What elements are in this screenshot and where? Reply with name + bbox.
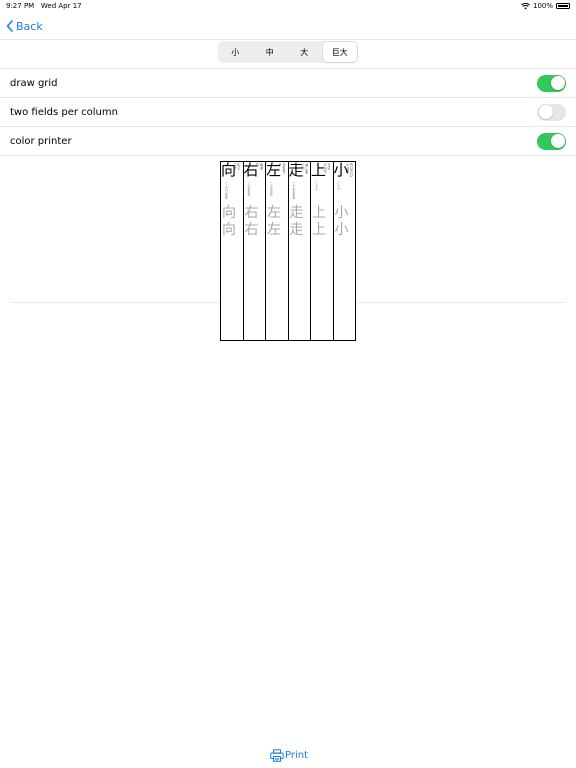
stroke-order: ノナ右右右 (246, 181, 251, 196)
on-reading: ショウ (346, 163, 350, 174)
setting-label: draw grid (10, 77, 58, 89)
setting-label: color printer (10, 135, 72, 147)
status-time: 9:27 PM (6, 2, 35, 10)
on-reading: ウ (256, 163, 260, 167)
status-time-date: 9:27 PM Wed Apr 17 (6, 2, 82, 10)
stroke-order: 一十土丰走走 (291, 181, 296, 199)
kun-reading: ちいさい (350, 163, 354, 177)
kun-reading: むく (237, 163, 242, 170)
trace-kanji: 小 (334, 205, 349, 221)
setting-row-draw-grid: draw grid (0, 68, 576, 97)
back-button[interactable]: Back (6, 17, 43, 35)
printer-icon (270, 749, 284, 762)
back-label: Back (16, 19, 43, 33)
trace-kanji: 左 (267, 205, 281, 221)
segment-huge[interactable]: 巨大 (322, 42, 357, 62)
battery-icon (556, 3, 570, 9)
kun-reading: うえ (327, 163, 332, 170)
color-printer-toggle[interactable] (537, 132, 566, 150)
segment-medium[interactable]: 中 (253, 41, 288, 63)
trace-kanji: 上 (312, 222, 326, 238)
kanji-practice-sheet: 向 むく コウ ノ丨冂门向向 向 向 右 みぎ ウ ノナ右右右 右 右 左 ひだ… (220, 161, 356, 341)
on-reading: サ (278, 163, 283, 167)
toggle-knob (550, 76, 565, 90)
kanji-column: 走 はしる ソウ 一十土丰走走 走 走 (289, 162, 311, 340)
on-reading: ジョウ (323, 163, 328, 174)
stroke-order: ノ丨冂门向向 (224, 181, 229, 199)
segment-large[interactable]: 大 (287, 41, 322, 63)
segment-small[interactable]: 小 (218, 41, 253, 63)
trace-kanji: 向 (222, 222, 236, 238)
stroke-order: 丨上上 (314, 181, 319, 190)
status-date: Wed Apr 17 (40, 2, 82, 10)
kun-reading: ひだり (282, 163, 287, 174)
trace-kanji: 走 (289, 205, 304, 221)
settings-list: draw grid two fields per column color pr… (0, 68, 576, 156)
kanji-column: 右 みぎ ウ ノナ右右右 右 右 (244, 162, 266, 340)
trace-kanji: 上 (312, 205, 326, 221)
two-fields-toggle[interactable] (537, 103, 566, 121)
kun-reading: はしる (305, 163, 309, 174)
kun-reading: みぎ (260, 163, 264, 170)
setting-row-color-printer: color printer (0, 126, 576, 156)
on-reading: ソウ (301, 163, 305, 170)
kanji-column: 向 むく コウ ノ丨冂门向向 向 向 (221, 162, 244, 340)
status-indicators: 100% (521, 2, 570, 10)
setting-label: two fields per column (10, 106, 118, 118)
trace-kanji: 右 (244, 205, 259, 221)
nav-divider (0, 39, 576, 40)
draw-grid-toggle[interactable] (537, 74, 566, 92)
status-bar: 9:27 PM Wed Apr 17 100% (0, 0, 576, 12)
on-reading: コウ (233, 163, 238, 170)
print-label: Print (285, 750, 309, 761)
trace-kanji: 走 (289, 222, 304, 238)
kanji-column: 上 うえ ジョウ 丨上上 上 上 (311, 162, 334, 340)
battery-percent: 100% (532, 2, 553, 10)
trace-kanji: 向 (222, 205, 236, 221)
wifi-icon (521, 2, 530, 9)
stroke-order: 亅小小 (336, 181, 341, 190)
setting-row-two-fields: two fields per column (0, 97, 576, 126)
toggle-knob (538, 105, 553, 119)
stroke-order: 一ナ左左左 (269, 181, 274, 196)
trace-kanji: 右 (244, 222, 259, 238)
size-segmented-control[interactable]: 小 中 大 巨大 (218, 41, 358, 63)
kanji-column: 小 ちいさい ショウ 亅小小 小 小 (334, 162, 356, 340)
trace-kanji: 左 (267, 222, 281, 238)
kanji-column: 左 ひだり サ 一ナ左左左 左 左 (266, 162, 289, 340)
toggle-knob (550, 134, 565, 148)
chevron-left-icon (6, 20, 13, 32)
print-button[interactable]: Print (270, 749, 308, 762)
trace-kanji: 小 (334, 222, 349, 238)
